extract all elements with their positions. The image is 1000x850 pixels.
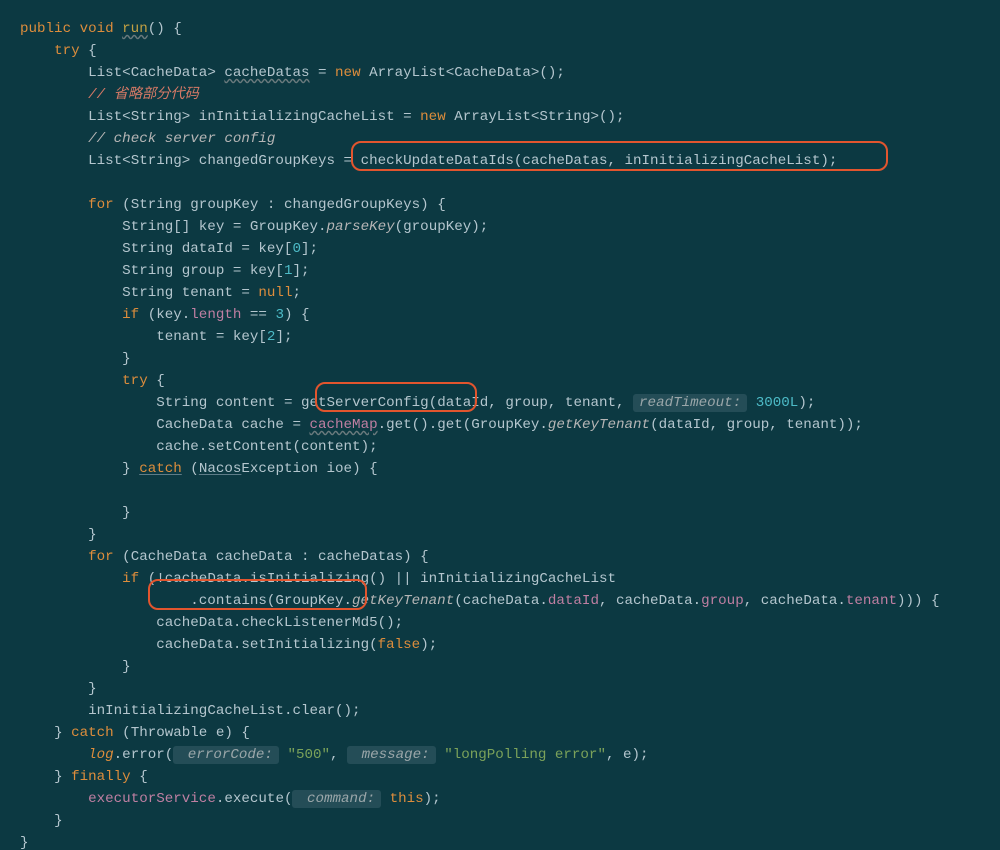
code-line[interactable]: executorService.execute( command: this);: [20, 790, 441, 808]
code-line[interactable]: cache.setContent(content);: [20, 439, 378, 455]
code-line[interactable]: } catch (NacosException ioe) {: [20, 461, 378, 477]
code-line[interactable]: String content = getServerConfig(dataId,…: [20, 394, 815, 412]
code-line[interactable]: }: [20, 835, 29, 850]
code-line[interactable]: List<CacheData> cacheDatas = new ArrayLi…: [20, 65, 565, 81]
code-block[interactable]: public void run() { try { List<CacheData…: [0, 8, 1000, 850]
code-line[interactable]: try {: [20, 43, 97, 59]
code-line[interactable]: for (String groupKey : changedGroupKeys)…: [20, 197, 446, 213]
code-line[interactable]: tenant = key[2];: [20, 329, 292, 345]
code-line[interactable]: }: [20, 681, 97, 697]
code-line[interactable]: }: [20, 505, 131, 521]
code-line[interactable]: String group = key[1];: [20, 263, 309, 279]
code-line[interactable]: .contains(GroupKey.getKeyTenant(cacheDat…: [20, 593, 940, 609]
code-line[interactable]: } finally {: [20, 769, 148, 785]
code-line[interactable]: cacheData.checkListenerMd5();: [20, 615, 403, 631]
code-line[interactable]: }: [20, 813, 63, 829]
code-line[interactable]: }: [20, 527, 97, 543]
code-line[interactable]: if (!cacheData.isInitializing() || inIni…: [20, 571, 616, 587]
code-line[interactable]: }: [20, 351, 131, 367]
code-line[interactable]: CacheData cache = cacheMap.get().get(Gro…: [20, 417, 863, 433]
code-line[interactable]: List<String> inInitializingCacheList = n…: [20, 109, 625, 125]
code-line[interactable]: }: [20, 659, 131, 675]
code-line[interactable]: String[] key = GroupKey.parseKey(groupKe…: [20, 219, 488, 235]
code-line[interactable]: if (key.length == 3) {: [20, 307, 310, 323]
code-line[interactable]: String tenant = null;: [20, 285, 301, 301]
code-line[interactable]: [20, 483, 29, 499]
code-line[interactable]: [20, 175, 29, 191]
code-editor[interactable]: public void run() { try { List<CacheData…: [0, 0, 1000, 850]
code-line[interactable]: for (CacheData cacheData : cacheDatas) {: [20, 549, 429, 565]
code-line[interactable]: try {: [20, 373, 165, 389]
code-line[interactable]: // check server config: [20, 131, 275, 147]
code-line[interactable]: inInitializingCacheList.clear();: [20, 703, 361, 719]
code-line[interactable]: // 省略部分代码: [20, 87, 199, 103]
code-line[interactable]: public void run() {: [20, 21, 182, 37]
code-line[interactable]: String dataId = key[0];: [20, 241, 318, 257]
code-line[interactable]: cacheData.setInitializing(false);: [20, 637, 437, 653]
code-line[interactable]: } catch (Throwable e) {: [20, 725, 250, 741]
code-line[interactable]: List<String> changedGroupKeys = checkUpd…: [20, 153, 837, 169]
code-line[interactable]: log.error( errorCode: "500", message: "l…: [20, 746, 649, 764]
